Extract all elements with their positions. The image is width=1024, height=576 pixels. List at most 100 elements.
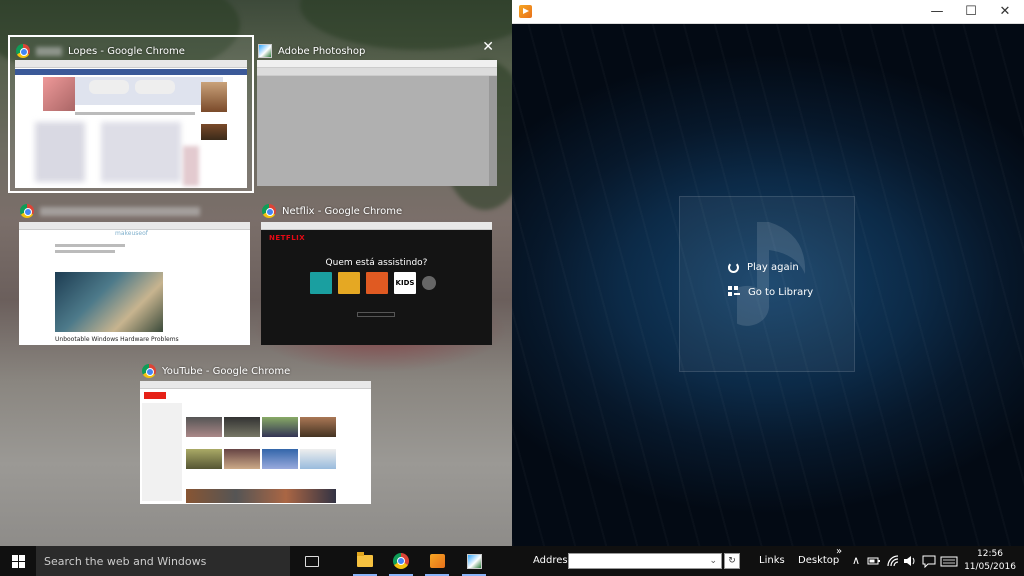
task-view-button[interactable]	[297, 546, 327, 576]
window-thumbnail	[257, 60, 497, 186]
show-hidden-icons-button[interactable]: ∧	[848, 546, 864, 576]
file-explorer-taskbar-button[interactable]	[350, 546, 380, 576]
folder-icon	[357, 552, 373, 567]
thumb-video	[300, 449, 336, 469]
volume-icon[interactable]	[903, 554, 917, 568]
links-toolbar[interactable]: Links	[759, 546, 785, 576]
address-input[interactable]: ⌄	[568, 553, 722, 569]
thumb-video	[224, 417, 260, 437]
thumb-block	[135, 80, 175, 94]
chevron-down-icon[interactable]: ⌄	[709, 554, 717, 568]
start-button[interactable]	[0, 546, 36, 576]
youtube-logo	[144, 392, 166, 399]
battery-icon[interactable]	[867, 554, 881, 568]
address-go-button[interactable]: ↻	[724, 553, 740, 569]
thumb-menubar	[257, 60, 497, 68]
window-thumbnail	[140, 381, 371, 504]
music-note-icon	[737, 222, 806, 326]
manage-profiles-button	[357, 312, 395, 317]
tile-header: Lopes - Google Chrome	[16, 42, 185, 60]
go-to-library-button[interactable]: Go to Library	[728, 286, 813, 298]
chrome-taskbar-button[interactable]	[386, 546, 416, 576]
wifi-icon[interactable]	[886, 554, 900, 568]
media-player-window: — ☐ ✕ Play again Go to Library	[512, 0, 1024, 546]
thumb-site-logo: makeuseof	[115, 230, 148, 237]
snap-tile-lopes-chrome[interactable]: Lopes - Google Chrome	[8, 35, 254, 193]
address-toolbar-label: Address	[533, 555, 573, 566]
thumb-video	[262, 417, 298, 437]
window-thumbnail	[15, 60, 247, 188]
add-profile-icon	[422, 276, 436, 290]
thumb-toolbar	[257, 68, 497, 76]
thumb-photo	[201, 82, 227, 112]
close-button[interactable]: ✕	[988, 0, 1022, 24]
play-again-label: Play again	[747, 262, 799, 273]
thumb-tabbar	[140, 381, 371, 389]
thumb-profile-photo	[43, 77, 75, 111]
thumb-tabbar	[19, 222, 250, 230]
window-thumbnail: NETFLIX Quem está assistindo? KIDS	[261, 222, 492, 345]
windows-logo-icon	[11, 554, 25, 568]
photoshop-taskbar-button[interactable]	[459, 546, 489, 576]
tile-header: Netflix - Google Chrome	[262, 202, 402, 220]
thumb-video	[300, 417, 336, 437]
tile-title: Adobe Photoshop	[278, 45, 366, 57]
thumb-tabbar	[261, 222, 492, 230]
tile-title: Netflix - Google Chrome	[282, 205, 403, 217]
thumb-text	[55, 244, 125, 247]
thumb-video	[186, 449, 222, 469]
snap-tile-photoshop[interactable]: Adobe Photoshop ✕	[252, 37, 500, 191]
app-icon	[519, 5, 532, 18]
thumb-facebook-bar	[15, 69, 247, 75]
snap-tile-youtube-chrome[interactable]: YouTube - Google Chrome	[136, 357, 376, 507]
minimize-button[interactable]: —	[920, 0, 954, 24]
chrome-icon	[393, 553, 409, 569]
thumb-video	[186, 417, 222, 437]
thumb-video	[55, 272, 163, 332]
thumb-video-row	[186, 489, 336, 503]
media-app-icon	[429, 554, 445, 568]
clock-date: 11/05/2016	[964, 562, 1016, 572]
system-clock[interactable]: 12:56 11/05/2016	[962, 548, 1018, 574]
window-thumbnail: makeuseof Unbootable Windows Hardware Pr…	[19, 222, 250, 345]
toolbar-overflow-icon[interactable]: »	[836, 542, 842, 572]
keyboard-icon[interactable]	[940, 554, 958, 568]
chrome-icon	[20, 204, 34, 218]
media-player-taskbar-button[interactable]	[422, 546, 452, 576]
close-icon[interactable]: ✕	[482, 39, 494, 55]
thumb-text	[55, 250, 115, 253]
go-to-library-label: Go to Library	[748, 286, 814, 298]
notifications-icon[interactable]	[922, 554, 936, 568]
title-bar: — ☐ ✕	[512, 0, 1024, 24]
clock-time: 12:56	[977, 549, 1003, 559]
tile-header: Adobe Photoshop	[258, 42, 365, 60]
snap-assist-area: Lopes - Google Chrome Adobe Photoshop ✕	[0, 0, 512, 546]
thumb-blurred-content	[35, 122, 85, 182]
search-placeholder: Search the web and Windows	[44, 554, 207, 568]
thumb-block	[89, 80, 129, 94]
tile-title: YouTube - Google Chrome	[162, 365, 291, 377]
thumb-caption: Unbootable Windows Hardware Problems	[55, 336, 179, 343]
task-view-icon	[305, 555, 319, 567]
profile-tile	[310, 272, 332, 294]
photoshop-icon	[466, 553, 482, 569]
tile-header: YouTube - Google Chrome	[142, 362, 290, 380]
snap-tile-netflix-chrome[interactable]: Netflix - Google Chrome NETFLIX Quem est…	[256, 197, 500, 347]
search-box[interactable]: Search the web and Windows	[36, 546, 290, 576]
thumb-nav	[75, 112, 195, 115]
thumb-video	[224, 449, 260, 469]
play-again-button[interactable]: Play again	[728, 262, 799, 273]
thumb-panel	[489, 76, 497, 186]
photoshop-icon	[258, 44, 272, 58]
profile-tile	[366, 272, 388, 294]
maximize-button[interactable]: ☐	[954, 0, 988, 24]
desktop-toolbar[interactable]: Desktop	[798, 546, 839, 576]
thumb-tabbar	[15, 60, 247, 68]
netflix-logo: NETFLIX	[269, 234, 306, 242]
chrome-icon	[262, 204, 276, 218]
kids-profile: KIDS	[394, 272, 416, 294]
thumb-blurred-content	[101, 122, 181, 182]
replay-icon	[728, 262, 739, 273]
snap-tile-chrome-makeuseof[interactable]: makeuseof Unbootable Windows Hardware Pr…	[14, 197, 256, 347]
netflix-question: Quem está assistindo?	[325, 258, 428, 268]
